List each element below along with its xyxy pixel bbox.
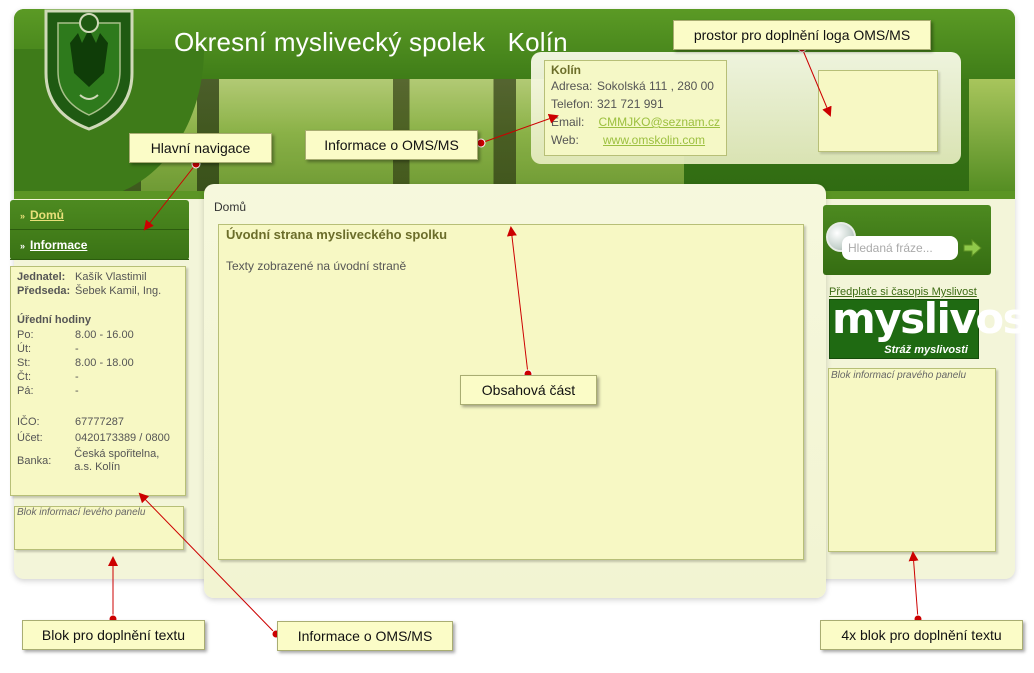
banka-value: Česká spořitelna, a.s. Kolín — [74, 448, 160, 473]
hours-title: Úřední hodiny — [17, 314, 91, 326]
nav-item-domu[interactable]: » Domů — [10, 200, 189, 230]
hours-row: Po: 8.00 - 16.00 — [17, 328, 179, 342]
hours-day: Pá: — [17, 385, 34, 397]
nav-item-label: Domů — [30, 208, 65, 222]
page-title: Úvodní strana mysliveckého spolku — [226, 227, 448, 242]
ico-row: IČO: 67777287 — [17, 414, 179, 430]
address-value: Sokolská 111 , 280 00 — [597, 79, 714, 93]
phone-label: Telefon: — [551, 97, 594, 111]
hours-day: Čt: — [17, 371, 32, 383]
predseda-label: Předseda: — [17, 285, 71, 297]
nav-item-label: Informace — [30, 238, 88, 252]
callout-logo-space: prostor pro doplnění loga OMS/MS — [673, 20, 931, 50]
web-row: Web: www.omskolin.com — [551, 131, 720, 149]
jednatel-label: Jednatel: — [17, 271, 66, 283]
web-link[interactable]: www.omskolin.com — [603, 131, 705, 149]
left-text-block: Blok informací levého panelu — [14, 506, 184, 550]
ucet-value: 0420173389 / 0800 — [75, 432, 170, 444]
hours-day: Út: — [17, 343, 32, 355]
address-label: Adresa: — [551, 79, 593, 93]
banka-row: Banka: Česká spořitelna, a.s. Kolín — [17, 448, 179, 474]
hours-row: Pá: - — [17, 384, 179, 398]
nav-item-informace[interactable]: » Informace — [10, 230, 189, 260]
jednatel-value: Kašík Vlastimil — [75, 271, 147, 283]
email-label: Email: — [551, 115, 585, 129]
predseda-value: Šebek Kamil, Ing. — [75, 285, 162, 297]
myslivost-banner[interactable]: myslivost Stráž myslivosti — [829, 294, 1034, 359]
hours-day: Po: — [17, 329, 34, 341]
hours-time: - — [75, 371, 79, 383]
phone-value: 321 721 991 — [597, 97, 664, 111]
hours-time: 8.00 - 18.00 — [75, 357, 134, 369]
callout-main-nav: Hlavní navigace — [129, 133, 272, 163]
logo-slot — [818, 70, 938, 152]
ico-label: IČO: — [17, 416, 40, 428]
site-title: Okresní myslivecký spolek Kolín — [174, 27, 568, 57]
hours-time: 8.00 - 16.00 — [75, 329, 134, 341]
banner-title: myslivost — [832, 294, 1034, 343]
callout-content: Obsahová část — [460, 375, 597, 405]
nav-arrow-icon: » — [20, 241, 26, 251]
ucet-row: Účet: 0420173389 / 0800 — [17, 430, 179, 446]
predseda-row: Předseda: Šebek Kamil, Ing. — [17, 284, 179, 298]
breadcrumb[interactable]: Domů — [214, 200, 246, 214]
contact-info-box: Kolín Adresa: Sokolská 111 , 280 00 Tele… — [544, 60, 727, 156]
ucet-label: Účet: — [17, 432, 43, 444]
web-label: Web: — [551, 133, 579, 147]
banner-subtitle: Stráž myslivosti — [884, 344, 968, 356]
banka-label: Banka: — [17, 455, 52, 467]
ico-value: 67777287 — [75, 416, 124, 428]
nav-arrow-icon: » — [20, 211, 26, 221]
hours-day: St: — [17, 357, 31, 369]
hours-row: St: 8.00 - 18.00 — [17, 356, 179, 370]
address-row: Adresa: Sokolská 111 , 280 00 — [551, 77, 720, 95]
hours-row: Čt: - — [17, 370, 179, 384]
hours-time: - — [75, 385, 79, 397]
town-name: Kolín — [551, 63, 581, 77]
hours-time: - — [75, 343, 79, 355]
side-info-box: Jednatel: Kašík Vlastimil Předseda: Šebe… — [10, 266, 186, 496]
email-link[interactable]: CMMJKO@seznam.cz — [598, 113, 720, 131]
callout-info-top: Informace o OMS/MS — [305, 130, 478, 160]
page-text: Texty zobrazené na úvodní straně — [226, 259, 407, 273]
phone-row: Telefon: 321 721 991 — [551, 95, 720, 113]
callout-info-bottom: Informace o OMS/MS — [277, 621, 453, 651]
right-text-block: Blok informací pravého panelu — [828, 368, 996, 552]
callout-text-block: Blok pro doplnění textu — [22, 620, 205, 650]
search-input[interactable] — [842, 236, 958, 260]
arrow-right-icon[interactable] — [962, 238, 982, 258]
page: Okresní myslivecký spolek Kolín Kolín Ad… — [0, 0, 1034, 673]
main-navigation: » Domů » Informace — [10, 200, 189, 260]
hours-row: Út: - — [17, 342, 179, 356]
callout-four-blocks: 4x blok pro doplnění textu — [820, 620, 1023, 650]
cmmj-logo-icon[interactable] — [40, 3, 138, 131]
email-row: Email: CMMJKO@seznam.cz — [551, 113, 720, 131]
jednatel-row: Jednatel: Kašík Vlastimil — [17, 270, 179, 284]
forest-photo-right — [969, 79, 1015, 199]
